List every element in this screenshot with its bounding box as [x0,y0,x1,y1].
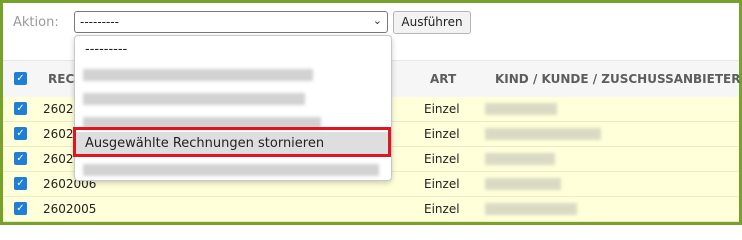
row-checkbox[interactable]: ✓ [14,127,27,140]
redacted-name [485,178,561,190]
row-id[interactable]: 2602 [43,152,74,166]
dropdown-option-cancel-invoices[interactable]: Ausgewählte Rechnungen stornieren [75,132,391,156]
row-id[interactable]: 2602 [43,127,74,141]
row-checkbox[interactable]: ✓ [14,177,27,190]
redacted-name [485,203,577,215]
dropdown-option-redacted[interactable] [75,86,391,110]
dropdown-option-redacted[interactable] [75,62,391,86]
select-all-checkbox[interactable]: ✓ [14,72,27,85]
table-row[interactable]: ✓ 2602005 Einzel [3,197,739,222]
action-label: Aktion: [13,15,59,30]
row-art: Einzel [424,127,460,141]
action-dropdown-menu: --------- Ausgewählte Rechnungen stornie… [74,35,392,181]
action-select[interactable]: --------- ⌄ [74,11,388,33]
redacted-name [485,153,555,165]
row-checkbox[interactable]: ✓ [14,152,27,165]
dropdown-option-placeholder[interactable]: --------- [75,38,391,62]
action-select-value: --------- [80,15,119,29]
dropdown-option-redacted[interactable] [75,157,391,181]
row-id[interactable]: 2602005 [43,202,96,216]
column-header-kind[interactable]: KIND / KUNDE / ZUSCHUSSANBIETER [495,72,740,86]
row-art: Einzel [424,202,460,216]
chevron-down-icon: ⌄ [372,14,382,27]
run-button[interactable]: Ausführen [393,11,471,34]
row-art: Einzel [424,177,460,191]
row-id[interactable]: 2602 [43,102,74,116]
redacted-name [485,103,557,115]
row-art: Einzel [424,102,460,116]
row-checkbox[interactable]: ✓ [14,202,27,215]
redacted-name [485,128,601,140]
column-header-art[interactable]: ART [430,72,456,86]
row-checkbox[interactable]: ✓ [14,102,27,115]
dropdown-option-redacted[interactable] [75,110,391,134]
column-header-rec[interactable]: REC [48,72,74,86]
row-art: Einzel [424,152,460,166]
